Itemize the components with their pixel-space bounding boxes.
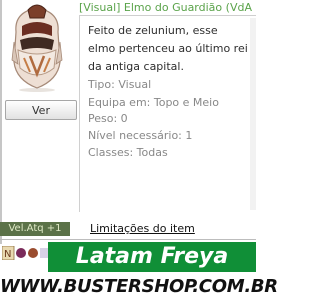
field-equipa: Equipa em: Topo e Meio: [88, 96, 219, 109]
guardian-helm-icon: [4, 2, 70, 92]
details-left-border: [79, 16, 80, 212]
field-peso: Peso: 0: [88, 112, 128, 125]
svg-text:N: N: [4, 249, 11, 260]
item-limits-link[interactable]: Limitações do item: [90, 222, 195, 236]
field-nivel: Nível necessário: 1: [88, 129, 193, 142]
panel-bottom-border: [0, 239, 256, 240]
title-divider: [79, 15, 256, 16]
field-classes: Classes: Todas: [88, 146, 168, 159]
site-url: WWW.BUSTERSHOP.COM.BR: [0, 276, 278, 297]
item-title: [Visual] Elmo do Guardião (VdA: [79, 1, 252, 14]
panel-left-border: [0, 0, 2, 244]
server-banner: Latam Freya: [48, 242, 256, 272]
field-tipo: Tipo: Visual: [88, 78, 152, 91]
item-description: Feito de zelunium, esse elmo pertenceu a…: [88, 24, 248, 73]
vel-atq-badge: Vel.Atq +1: [0, 222, 70, 236]
details-scrollbar[interactable]: [250, 18, 256, 210]
ver-button[interactable]: Ver: [5, 100, 77, 120]
